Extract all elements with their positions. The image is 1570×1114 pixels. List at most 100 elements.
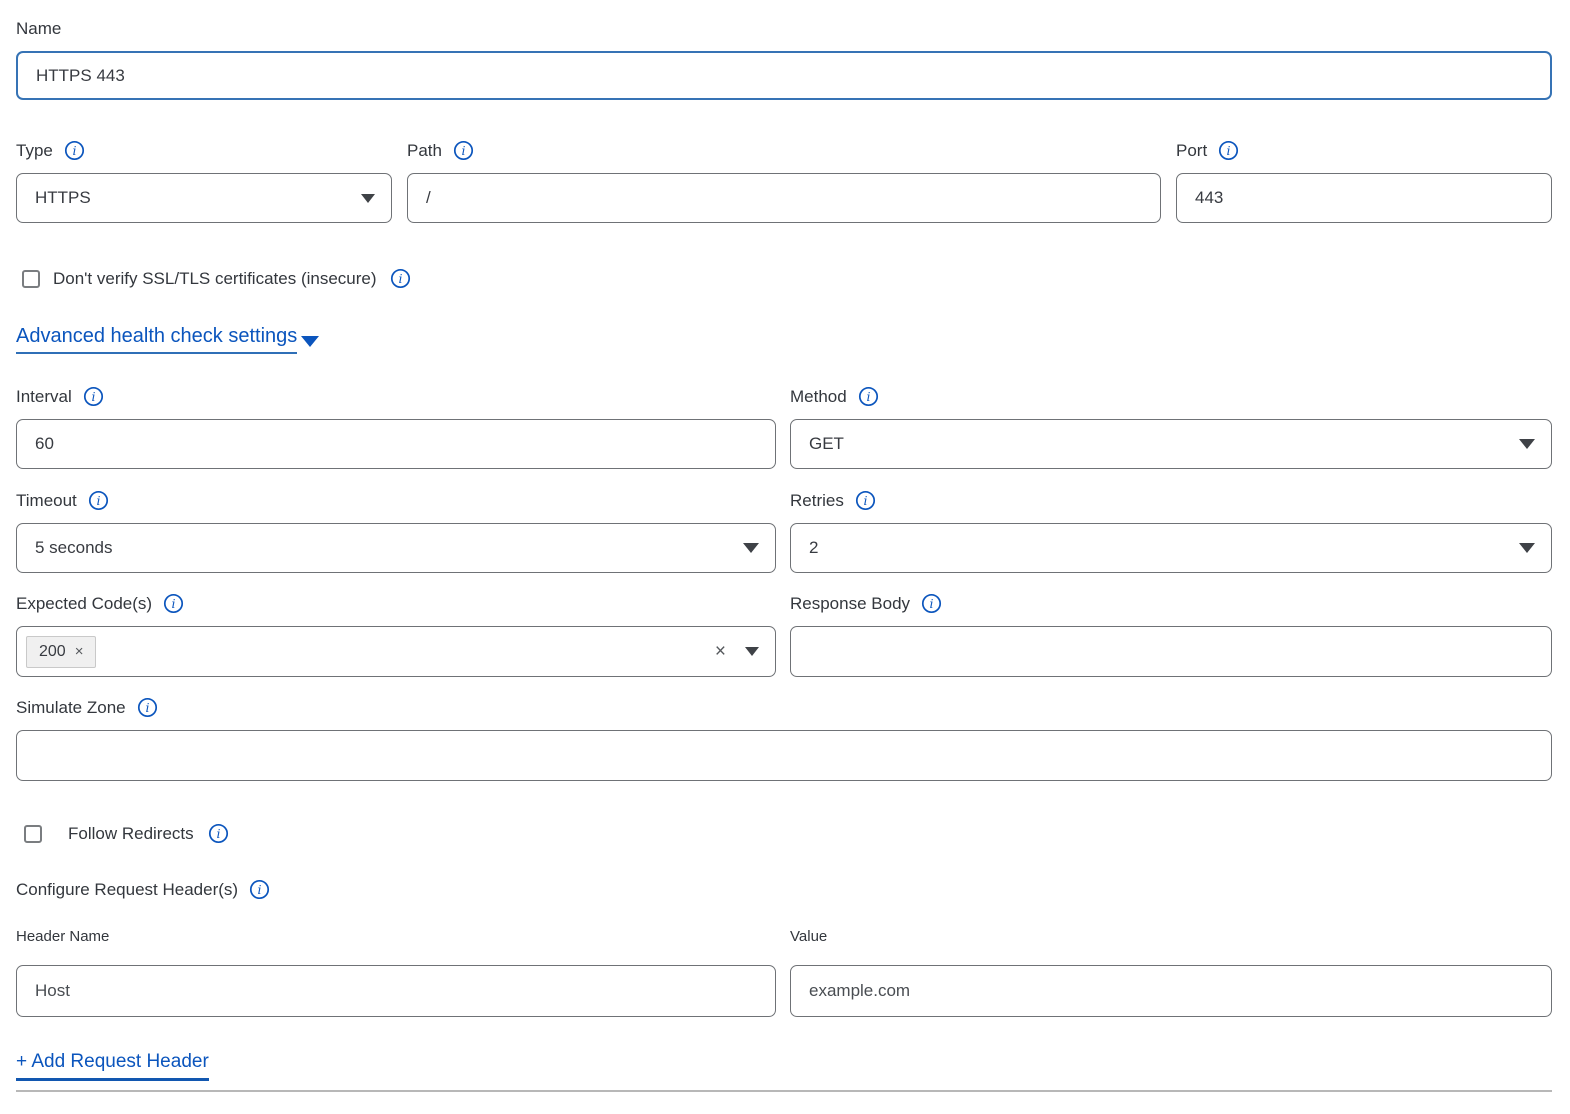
info-icon[interactable]: i <box>137 697 158 718</box>
type-select-value: HTTPS <box>35 188 91 208</box>
advanced-settings-toggle[interactable]: Advanced health check settings <box>16 325 319 354</box>
svg-text:i: i <box>91 389 95 404</box>
section-divider <box>16 1090 1552 1092</box>
method-select[interactable]: GET <box>790 419 1552 469</box>
svg-text:i: i <box>172 596 176 611</box>
path-input[interactable] <box>407 173 1161 223</box>
type-select[interactable]: HTTPS <box>16 173 392 223</box>
type-label-text: Type <box>16 141 53 161</box>
name-field-group: Name <box>16 18 1552 100</box>
header-value-field-group: Value <box>790 928 1552 1017</box>
port-input[interactable] <box>1176 173 1552 223</box>
name-label-text: Name <box>16 19 61 39</box>
request-headers-section-label: Configure Request Header(s) i <box>16 879 1552 900</box>
follow-redirects-row: Follow Redirects i <box>24 823 1552 844</box>
timeout-select-value: 5 seconds <box>35 538 113 558</box>
timeout-retries-row: Timeout i 5 seconds Retries i <box>16 490 1552 573</box>
interval-label-text: Interval <box>16 387 72 407</box>
codes-body-row: Expected Code(s) i 200 × × <box>16 593 1552 677</box>
port-label: Port i <box>1176 140 1552 161</box>
retries-label: Retries i <box>790 490 1552 511</box>
verify-ssl-label: Don't verify SSL/TLS certificates (insec… <box>53 269 377 289</box>
path-field-group: Path i <box>407 140 1161 223</box>
expected-codes-label-text: Expected Code(s) <box>16 594 152 614</box>
chip-remove-icon[interactable]: × <box>75 643 84 660</box>
clear-icon[interactable]: × <box>715 642 726 661</box>
info-icon[interactable]: i <box>83 386 104 407</box>
simulate-zone-field-group: Simulate Zone i <box>16 697 1552 781</box>
verify-ssl-row: Don't verify SSL/TLS certificates (insec… <box>22 268 1552 289</box>
response-body-label-text: Response Body <box>790 594 910 614</box>
info-icon[interactable]: i <box>208 823 229 844</box>
timeout-select[interactable]: 5 seconds <box>16 523 776 573</box>
method-label: Method i <box>790 386 1552 407</box>
svg-text:i: i <box>145 700 149 715</box>
add-request-header-link[interactable]: + Add Request Header <box>16 1051 209 1081</box>
info-icon[interactable]: i <box>858 386 879 407</box>
retries-field-group: Retries i 2 <box>790 490 1552 573</box>
retries-label-text: Retries <box>790 491 844 511</box>
type-path-port-row: Type i HTTPS Path i <box>16 140 1552 223</box>
svg-text:i: i <box>72 143 76 158</box>
info-icon[interactable]: i <box>1218 140 1239 161</box>
name-label: Name <box>16 18 1552 39</box>
interval-field-group: Interval i <box>16 386 776 469</box>
info-icon[interactable]: i <box>88 490 109 511</box>
port-field-group: Port i <box>1176 140 1552 223</box>
response-body-input[interactable] <box>790 626 1552 677</box>
info-icon[interactable]: i <box>64 140 85 161</box>
response-body-label: Response Body i <box>790 593 1552 614</box>
expected-code-chip-value: 200 <box>39 643 66 661</box>
expected-codes-field-group: Expected Code(s) i 200 × × <box>16 593 776 677</box>
svg-text:i: i <box>398 271 402 286</box>
retries-select[interactable]: 2 <box>790 523 1552 573</box>
path-label-text: Path <box>407 141 442 161</box>
simulate-zone-input[interactable] <box>16 730 1552 781</box>
svg-text:i: i <box>866 389 870 404</box>
name-input[interactable] <box>16 51 1552 100</box>
interval-method-row: Interval i Method i GET <box>16 386 1552 469</box>
header-value-input[interactable] <box>790 965 1552 1017</box>
method-field-group: Method i GET <box>790 386 1552 469</box>
svg-text:i: i <box>216 826 220 841</box>
chevron-down-icon <box>1519 543 1535 553</box>
header-name-column-label: Header Name <box>16 928 776 946</box>
interval-input[interactable] <box>16 419 776 469</box>
svg-text:i: i <box>258 882 262 897</box>
method-select-value: GET <box>809 434 844 454</box>
header-value-column-label: Value <box>790 928 1552 946</box>
info-icon[interactable]: i <box>453 140 474 161</box>
expected-codes-multiselect[interactable]: 200 × × <box>16 626 776 677</box>
verify-ssl-checkbox[interactable] <box>22 270 40 288</box>
follow-redirects-label: Follow Redirects <box>68 824 194 844</box>
request-headers-section-label-text: Configure Request Header(s) <box>16 880 238 900</box>
chevron-down-icon <box>743 543 759 553</box>
response-body-field-group: Response Body i <box>790 593 1552 677</box>
chevron-down-icon <box>1519 439 1535 449</box>
simulate-zone-label-text: Simulate Zone <box>16 698 126 718</box>
svg-text:i: i <box>930 596 934 611</box>
header-name-input[interactable] <box>16 965 776 1017</box>
type-field-group: Type i HTTPS <box>16 140 392 223</box>
method-label-text: Method <box>790 387 847 407</box>
multiselect-controls: × <box>715 642 759 661</box>
info-icon[interactable]: i <box>390 268 411 289</box>
advanced-settings-link-text: Advanced health check settings <box>16 325 297 354</box>
port-label-text: Port <box>1176 141 1207 161</box>
info-icon[interactable]: i <box>855 490 876 511</box>
timeout-field-group: Timeout i 5 seconds <box>16 490 776 573</box>
svg-text:i: i <box>1227 143 1231 158</box>
type-label: Type i <box>16 140 392 161</box>
info-icon[interactable]: i <box>249 879 270 900</box>
chevron-down-icon[interactable] <box>745 647 759 656</box>
timeout-label: Timeout i <box>16 490 776 511</box>
expected-codes-label: Expected Code(s) i <box>16 593 776 614</box>
request-header-row: Header Name Value <box>16 928 1552 1017</box>
svg-text:i: i <box>461 143 465 158</box>
info-icon[interactable]: i <box>163 593 184 614</box>
path-label: Path i <box>407 140 1161 161</box>
info-icon[interactable]: i <box>921 593 942 614</box>
follow-redirects-checkbox[interactable] <box>24 825 42 843</box>
chevron-down-icon <box>361 194 375 203</box>
expected-code-chip: 200 × <box>26 636 96 668</box>
